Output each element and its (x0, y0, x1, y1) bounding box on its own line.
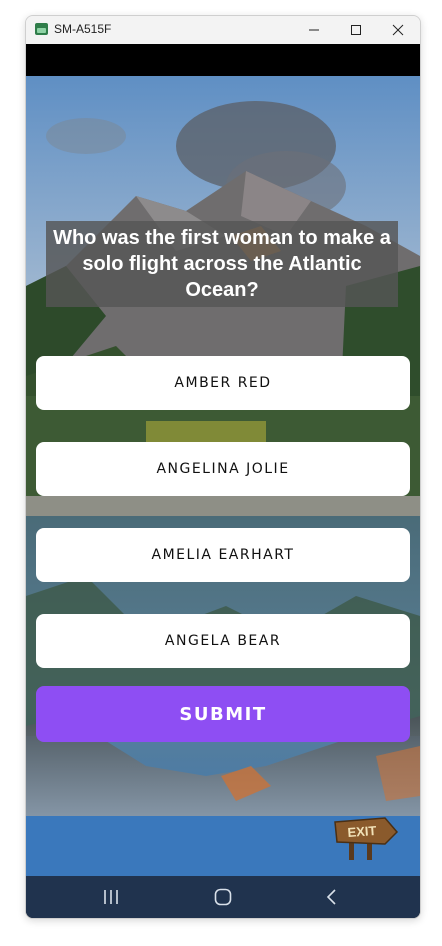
back-icon (326, 889, 336, 905)
close-button[interactable] (378, 16, 418, 44)
answer-option-1[interactable]: AMBER RED (36, 356, 410, 410)
app-icon (35, 23, 48, 35)
phone-screen: Who was the first woman to make a solo f… (26, 44, 420, 918)
home-button[interactable] (193, 876, 253, 918)
exit-button[interactable]: EXIT (333, 812, 399, 862)
window-title: SM-A515F (54, 22, 112, 36)
emulator-window: SM-A515F Who was the first woman to make… (25, 15, 421, 919)
maximize-icon (351, 25, 361, 35)
answer-option-4[interactable]: ANGELA BEAR (36, 614, 410, 668)
maximize-button[interactable] (336, 16, 376, 44)
android-nav-bar (26, 876, 420, 918)
minimize-button[interactable] (294, 16, 334, 44)
svg-text:EXIT: EXIT (347, 823, 377, 840)
title-bar: SM-A515F (26, 16, 420, 44)
recent-apps-icon (104, 890, 118, 904)
minimize-icon (309, 29, 319, 31)
back-button[interactable] (302, 876, 362, 918)
question-text: Who was the first woman to make a solo f… (46, 221, 398, 307)
submit-button[interactable]: SUBMIT (36, 686, 410, 742)
exit-signpost-icon: EXIT (334, 817, 399, 860)
home-icon (214, 888, 232, 906)
answer-option-2[interactable]: ANGELINA JOLIE (36, 442, 410, 496)
answer-option-3[interactable]: AMELIA EARHART (36, 528, 410, 582)
recent-apps-button[interactable] (81, 876, 141, 918)
status-bar (26, 44, 420, 76)
close-icon (392, 24, 404, 36)
